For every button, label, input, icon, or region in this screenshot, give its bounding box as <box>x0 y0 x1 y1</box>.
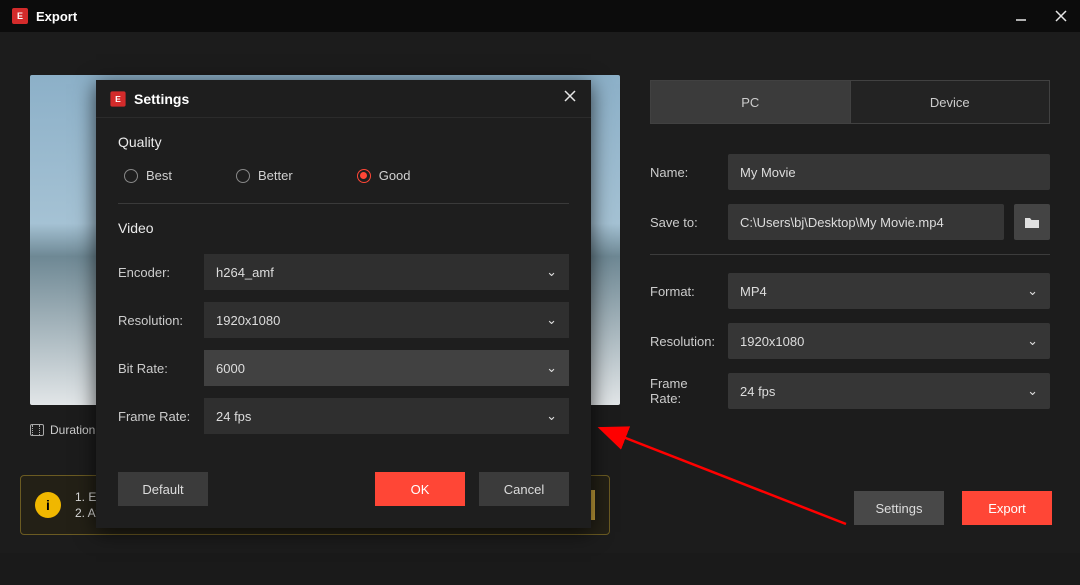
duration-label: Duration <box>50 423 95 437</box>
dialog-framerate-label: Frame Rate: <box>118 409 204 424</box>
resolution-select[interactable]: 1920x1080⌄ <box>728 323 1050 359</box>
encoder-select[interactable]: h264_amf⌄ <box>204 254 569 290</box>
target-tabs: PC Device <box>650 80 1050 124</box>
chevron-down-icon: ⌄ <box>1027 383 1038 399</box>
dialog-resolution-select[interactable]: 1920x1080⌄ <box>204 302 569 338</box>
dialog-resolution-label: Resolution: <box>118 313 204 328</box>
name-label: Name: <box>650 165 718 180</box>
dialog-close-button[interactable] <box>563 89 577 108</box>
chevron-down-icon: ⌄ <box>546 264 557 280</box>
tab-pc[interactable]: PC <box>650 80 850 124</box>
video-section-title: Video <box>118 220 569 236</box>
bitrate-label: Bit Rate: <box>118 361 204 376</box>
minimize-button[interactable] <box>1012 7 1030 25</box>
framerate-select[interactable]: 24 fps⌄ <box>728 373 1050 409</box>
default-button[interactable]: Default <box>118 472 208 506</box>
app-logo-icon: E <box>12 8 28 24</box>
info-icon: i <box>35 492 61 518</box>
radio-icon <box>357 169 371 183</box>
browse-button[interactable] <box>1014 204 1050 240</box>
encoder-label: Encoder: <box>118 265 204 280</box>
settings-button[interactable]: Settings <box>854 491 944 525</box>
settings-dialog: E Settings Quality Best Better Good Vide… <box>96 80 591 528</box>
bottom-buttons: Settings Export <box>854 491 1052 525</box>
chevron-down-icon: ⌄ <box>546 312 557 328</box>
app-logo-icon: E <box>110 91 125 106</box>
chevron-down-icon: ⌄ <box>546 360 557 376</box>
chevron-down-icon: ⌄ <box>1027 333 1038 349</box>
folder-icon <box>1024 215 1040 229</box>
title-bar: E Export <box>0 0 1080 32</box>
saveto-input[interactable]: C:\Users\bj\Desktop\My Movie.mp4 <box>728 204 1004 240</box>
chevron-down-icon: ⌄ <box>546 408 557 424</box>
radio-icon <box>124 169 138 183</box>
ok-button[interactable]: OK <box>375 472 465 506</box>
quality-section-title: Quality <box>118 134 569 150</box>
saveto-label: Save to: <box>650 215 718 230</box>
bitrate-select[interactable]: 6000⌄ <box>204 350 569 386</box>
radio-better[interactable]: Better <box>236 168 293 183</box>
dialog-framerate-select[interactable]: 24 fps⌄ <box>204 398 569 434</box>
dialog-title: Settings <box>134 91 563 107</box>
name-input[interactable]: My Movie <box>728 154 1050 190</box>
cancel-button[interactable]: Cancel <box>479 472 569 506</box>
form-divider <box>650 254 1050 255</box>
film-icon <box>30 424 44 436</box>
export-form: PC Device Name: My Movie Save to: C:\Use… <box>650 80 1050 423</box>
format-select[interactable]: MP4⌄ <box>728 273 1050 309</box>
tab-device[interactable]: Device <box>850 80 1051 124</box>
resolution-label: Resolution: <box>650 334 718 349</box>
export-button[interactable]: Export <box>962 491 1052 525</box>
radio-good[interactable]: Good <box>357 168 411 183</box>
framerate-label: Frame Rate: <box>650 376 718 406</box>
radio-best[interactable]: Best <box>124 168 172 183</box>
chevron-down-icon: ⌄ <box>1027 283 1038 299</box>
format-label: Format: <box>650 284 718 299</box>
radio-icon <box>236 169 250 183</box>
close-button[interactable] <box>1052 7 1070 25</box>
window-title: Export <box>36 9 1012 24</box>
dialog-divider <box>118 203 569 204</box>
